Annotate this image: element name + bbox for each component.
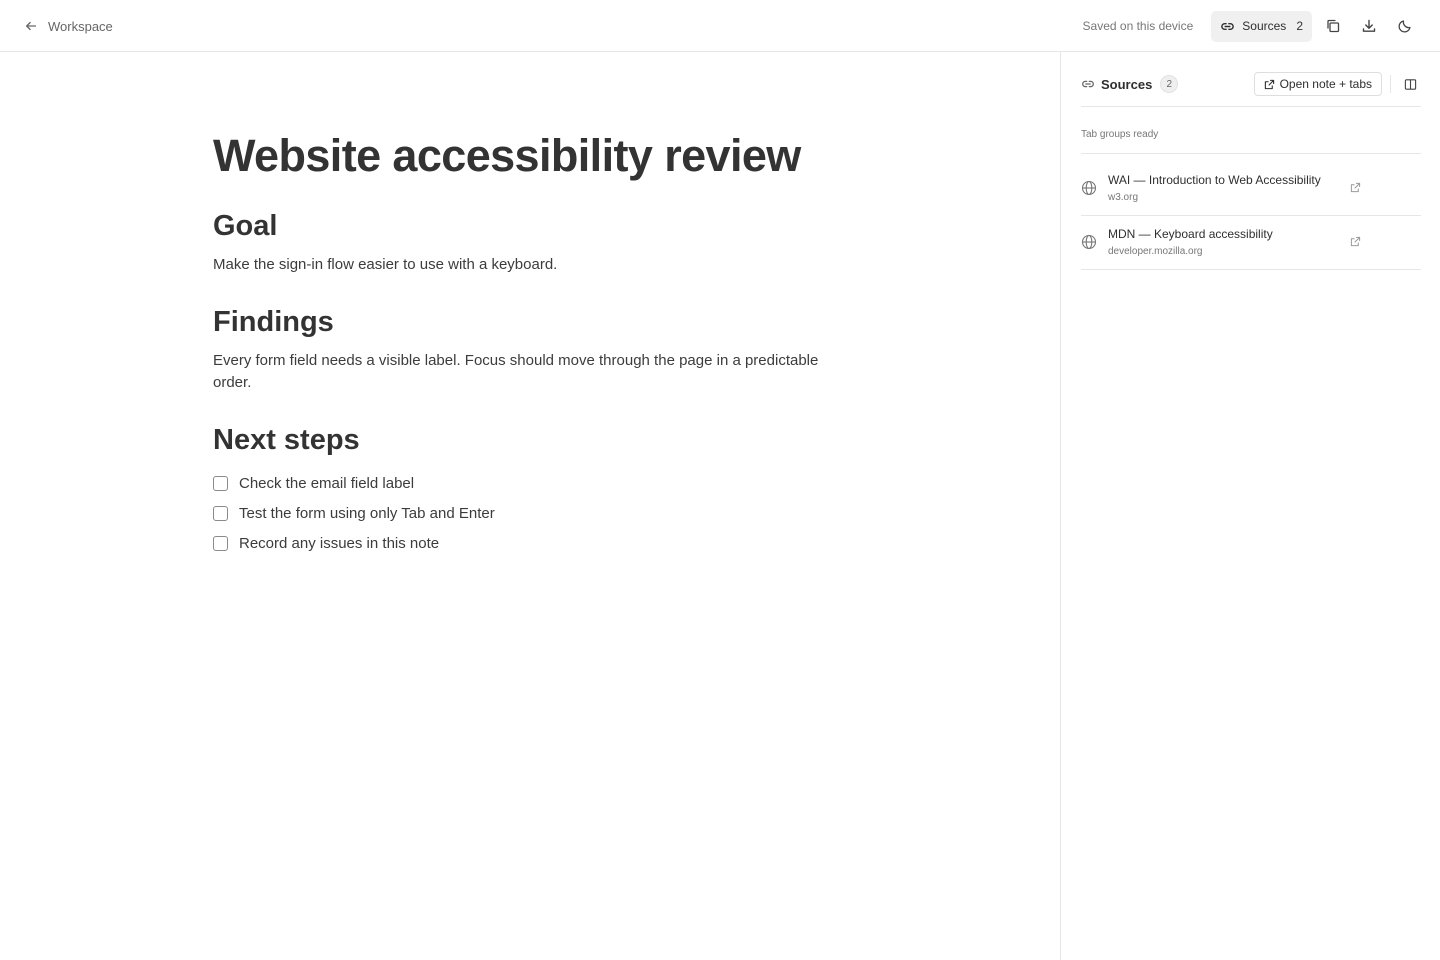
task-checkbox[interactable] (213, 505, 228, 521)
sources-toggle-button[interactable]: Sources 2 (1211, 10, 1312, 42)
sources-button-label: Sources (1242, 19, 1287, 33)
source-text: MDN — Keyboard accessibility developer.m… (1108, 226, 1273, 259)
heading-goal[interactable]: Goal (213, 208, 853, 244)
sidebar-title: Sources 2 (1081, 75, 1179, 93)
task-item: Test the form using only Tab and Enter (213, 498, 853, 528)
back-to-workspace-button[interactable]: Workspace (24, 14, 113, 38)
task-label[interactable]: Check the email field label (239, 475, 414, 492)
source-domain: w3.org (1108, 192, 1139, 203)
editor-area[interactable]: Website accessibility review Goal Make t… (0, 52, 1060, 960)
sidebar-title-label: Sources (1101, 76, 1153, 92)
external-link-icon (1264, 79, 1274, 89)
note-title[interactable]: Website accessibility review (213, 128, 853, 184)
source-item[interactable]: MDN — Keyboard accessibility developer.m… (1081, 216, 1421, 270)
copy-icon (1327, 19, 1340, 33)
source-text: WAI — Introduction to Web Accessibility … (1108, 172, 1321, 205)
source-title: MDN — Keyboard accessibility (1108, 227, 1273, 241)
sidebar-header: Sources 2 Open note + tabs (1081, 72, 1421, 107)
sources-button-count: 2 (1296, 19, 1303, 33)
panel-icon (1404, 78, 1416, 90)
back-label: Workspace (48, 18, 113, 34)
globe-icon (1081, 180, 1097, 196)
link-icon (1082, 80, 1094, 88)
header-divider (1390, 75, 1391, 93)
external-link-icon[interactable] (1350, 236, 1361, 247)
download-button[interactable] (1354, 11, 1384, 41)
source-domain: developer.mozilla.org (1108, 246, 1203, 257)
external-link-icon[interactable] (1350, 182, 1361, 193)
copy-button[interactable] (1318, 11, 1348, 41)
arrow-left-icon (25, 21, 37, 31)
paragraph-goal[interactable]: Make the sign-in flow easier to use with… (213, 254, 853, 276)
link-icon (1221, 22, 1235, 30)
source-item[interactable]: WAI — Introduction to Web Accessibility … (1081, 162, 1421, 216)
globe-icon (1081, 234, 1097, 250)
download-icon (1362, 19, 1376, 32)
sources-sidebar: Sources 2 Open note + tabs Tab groups re… (1060, 52, 1440, 960)
task-item: Check the email field label (213, 468, 853, 498)
tab-groups-status: Tab groups ready (1081, 122, 1421, 154)
heading-next-steps[interactable]: Next steps (213, 422, 853, 458)
task-label[interactable]: Record any issues in this note (239, 535, 439, 552)
moon-icon (1398, 20, 1411, 33)
open-note-tabs-label: Open note + tabs (1279, 77, 1372, 91)
task-item: Record any issues in this note (213, 528, 853, 558)
top-bar: Workspace Saved on this device Sources 2 (0, 0, 1440, 52)
task-list: Check the email field label Test the for… (213, 468, 853, 558)
source-list: WAI — Introduction to Web Accessibility … (1081, 162, 1421, 270)
top-actions: Saved on this device Sources 2 (1083, 10, 1420, 42)
toggle-panel-button[interactable] (1399, 73, 1421, 95)
paragraph-findings[interactable]: Every form field needs a visible label. … (213, 350, 853, 394)
heading-findings[interactable]: Findings (213, 304, 853, 340)
task-label[interactable]: Test the form using only Tab and Enter (239, 505, 495, 522)
theme-toggle-button[interactable] (1390, 11, 1420, 41)
sources-count-badge: 2 (1160, 75, 1179, 93)
open-note-tabs-button[interactable]: Open note + tabs (1253, 72, 1382, 96)
task-checkbox[interactable] (213, 475, 228, 491)
task-checkbox[interactable] (213, 535, 228, 551)
source-title: WAI — Introduction to Web Accessibility (1108, 173, 1321, 187)
note-document[interactable]: Website accessibility review Goal Make t… (213, 128, 853, 558)
saved-status: Saved on this device (1082, 19, 1194, 33)
